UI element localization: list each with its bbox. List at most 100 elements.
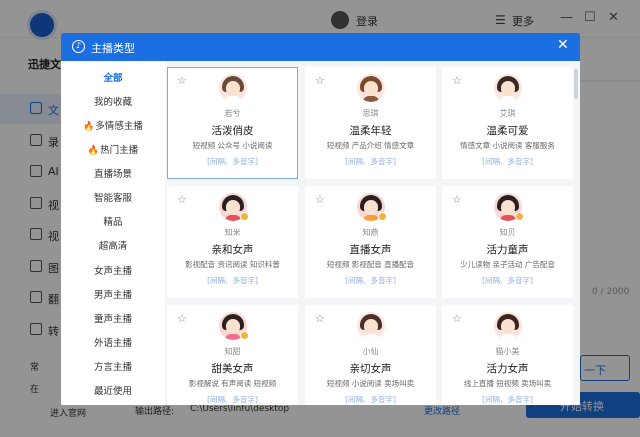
voice-tags: 少儿读物 亲子活动 广告配音 xyxy=(460,260,555,269)
category-label: 男声主播 xyxy=(93,290,132,301)
premium-badge-icon xyxy=(240,212,249,221)
voice-tags: 情感文章 小说阅读 客服服务 xyxy=(460,141,555,150)
category-emotional[interactable]: 🔥多情感主播 xyxy=(61,117,165,137)
voice-speaker-name: 知米 xyxy=(224,228,241,237)
category-all[interactable]: 全部 xyxy=(61,69,165,89)
voice-speaker-name: 小仙 xyxy=(362,347,379,356)
category-foreign[interactable]: 外语主播 xyxy=(61,334,165,354)
voice-card[interactable]: ☆ 知贝 活力童声 少儿读物 亲子活动 广告配音 [间隔、多音字] xyxy=(442,186,573,298)
category-label: 外语主播 xyxy=(93,338,132,349)
category-female[interactable]: 女声主播 xyxy=(61,262,165,282)
voice-card[interactable]: ☆ 猫小美 活力女声 线上直播 短视频 卖场叫卖 [间隔、多音字] xyxy=(442,305,573,405)
star-icon[interactable]: ☆ xyxy=(315,312,325,325)
star-icon[interactable]: ☆ xyxy=(177,312,187,325)
category-list: 全部 我的收藏 🔥多情感主播 🔥热门主播 直播场景 智能客服 精品 超高清 女声… xyxy=(61,61,165,405)
music-note-icon: ♪ xyxy=(72,40,85,53)
voice-avatar xyxy=(357,312,385,340)
fire-icon: 🔥 xyxy=(83,122,95,132)
voice-features: [间隔、多音字] xyxy=(482,157,533,166)
fire-icon: 🔥 xyxy=(87,146,100,156)
voice-card[interactable]: ☆ 思琪 温柔年轻 短视频 产品介绍 情感文章 [间隔、多音字] xyxy=(305,67,436,179)
voice-speaker-name: 猫小美 xyxy=(495,347,520,356)
voice-features: [间隔、多音字] xyxy=(207,276,258,285)
star-icon[interactable]: ☆ xyxy=(315,74,325,87)
category-label: 童声主播 xyxy=(93,314,132,325)
category-recent[interactable]: 最近使用 xyxy=(61,382,165,402)
dialog-header: ♪ 主播类型 ✕ xyxy=(61,33,580,61)
voice-style: 亲和女声 xyxy=(211,244,254,256)
voice-features: [间隔、多音字] xyxy=(345,276,396,285)
voice-card[interactable]: ☆ 艾琪 温柔可爱 情感文章 小说阅读 客服服务 [间隔、多音字] xyxy=(442,67,573,179)
voice-speaker-name: 艾琪 xyxy=(499,109,516,118)
category-label: 直播场景 xyxy=(93,169,132,180)
voice-style: 温柔可爱 xyxy=(486,125,529,137)
close-icon[interactable]: ✕ xyxy=(557,37,569,53)
voice-style: 活泼俏皮 xyxy=(211,125,254,137)
voice-tags: 影视解说 有声阅读 短视频 xyxy=(188,379,277,388)
star-icon[interactable]: ☆ xyxy=(177,193,187,206)
voice-features: [间隔、多音字] xyxy=(482,276,533,285)
voice-features: [间隔、多音字] xyxy=(482,395,533,404)
voice-tags: 短视频 影视配音 直播配音 xyxy=(326,260,415,269)
voice-speaker-name: 知燕 xyxy=(362,228,379,237)
category-male[interactable]: 男声主播 xyxy=(61,286,165,306)
star-icon[interactable]: ☆ xyxy=(177,74,187,87)
voice-tags: 短视频 小说阅读 卖场叫卖 xyxy=(326,379,415,388)
voice-style: 甜美女声 xyxy=(211,363,254,375)
voice-speaker-name: 若兮 xyxy=(224,109,241,118)
voice-avatar xyxy=(219,74,247,102)
category-label: 多情感主播 xyxy=(95,121,143,132)
category-label: 超高清 xyxy=(98,241,128,252)
anchor-type-dialog: ♪ 主播类型 ✕ 全部 我的收藏 🔥多情感主播 🔥热门主播 直播场景 智能客服 … xyxy=(61,33,580,405)
voice-style: 直播女声 xyxy=(349,244,392,256)
category-label: 我的收藏 xyxy=(93,97,132,108)
premium-badge-icon xyxy=(240,331,249,340)
category-favorites[interactable]: 我的收藏 xyxy=(61,93,165,113)
category-label: 精品 xyxy=(103,217,123,228)
scrollbar-thumb[interactable] xyxy=(574,69,578,99)
star-icon[interactable]: ☆ xyxy=(452,312,462,325)
voice-features: [间隔、多音字] xyxy=(207,157,258,166)
category-hd[interactable]: 超高清 xyxy=(61,237,165,257)
voice-style: 温柔年轻 xyxy=(349,125,392,137)
voice-style: 亲切女声 xyxy=(349,363,392,375)
dialog-title: 主播类型 xyxy=(91,42,135,55)
voice-avatar xyxy=(494,312,522,340)
category-live[interactable]: 直播场景 xyxy=(61,165,165,185)
category-hot[interactable]: 🔥热门主播 xyxy=(61,141,165,161)
voice-speaker-name: 知贝 xyxy=(499,228,516,237)
voice-style: 活力女声 xyxy=(486,363,529,375)
voice-card[interactable]: ☆ 小仙 亲切女声 短视频 小说阅读 卖场叫卖 [间隔、多音字] xyxy=(305,305,436,405)
voice-card[interactable]: ☆ 知甜 甜美女声 影视解说 有声阅读 短视频 [间隔、多音字] xyxy=(167,305,298,405)
category-child[interactable]: 童声主播 xyxy=(61,310,165,330)
category-service[interactable]: 智能客服 xyxy=(61,189,165,209)
voice-speaker-name: 思琪 xyxy=(362,109,379,118)
voice-card[interactable]: ☆ 知米 亲和女声 影视配音 资讯阅读 知识科普 [间隔、多音字] xyxy=(167,186,298,298)
premium-badge-icon xyxy=(378,212,387,221)
category-label: 智能客服 xyxy=(93,193,132,204)
category-label: 全部 xyxy=(103,73,123,84)
category-label: 方言主播 xyxy=(93,362,132,373)
voice-features: [间隔、多音字] xyxy=(345,395,396,404)
star-icon[interactable]: ☆ xyxy=(315,193,325,206)
voice-style: 活力童声 xyxy=(486,244,529,256)
voice-tags: 线上直播 短视频 卖场叫卖 xyxy=(463,379,552,388)
premium-badge-icon xyxy=(515,212,524,221)
category-dialect[interactable]: 方言主播 xyxy=(61,358,165,378)
category-label: 热门主播 xyxy=(100,145,139,156)
voice-features: [间隔、多音字] xyxy=(345,157,396,166)
voice-features: [间隔、多音字] xyxy=(207,395,258,404)
star-icon[interactable]: ☆ xyxy=(452,193,462,206)
star-icon[interactable]: ☆ xyxy=(452,74,462,87)
voice-avatar xyxy=(494,74,522,102)
voice-card[interactable]: ☆ 知燕 直播女声 短视频 影视配音 直播配音 [间隔、多音字] xyxy=(305,186,436,298)
voice-tags: 短视频 公众号 小说阅读 xyxy=(192,141,273,150)
category-label: 女声主播 xyxy=(93,266,132,277)
category-label: 最近使用 xyxy=(93,386,132,397)
voice-speaker-name: 知甜 xyxy=(224,347,241,356)
voice-card[interactable]: ☆ 若兮 活泼俏皮 短视频 公众号 小说阅读 [间隔、多音字] xyxy=(167,67,298,179)
voice-grid: ☆ 若兮 活泼俏皮 短视频 公众号 小说阅读 [间隔、多音字] ☆ 思琪 温柔年… xyxy=(165,61,573,405)
voice-avatar xyxy=(357,74,385,102)
scrollbar[interactable] xyxy=(573,61,580,405)
category-premium[interactable]: 精品 xyxy=(61,213,165,233)
